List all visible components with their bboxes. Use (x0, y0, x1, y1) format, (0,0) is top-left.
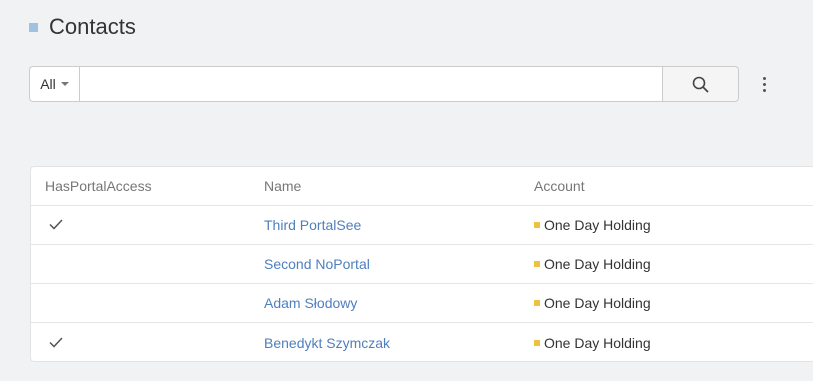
account-marker-icon (534, 261, 540, 267)
more-actions-button[interactable] (756, 72, 772, 96)
page-header: Contacts (29, 12, 136, 42)
account-cell: One Day Holding (521, 256, 651, 272)
search-button[interactable] (663, 66, 739, 102)
search-scope-dropdown[interactable]: All (29, 66, 79, 102)
vertical-ellipsis-icon (762, 76, 766, 80)
contact-name-link[interactable]: Second NoPortal (264, 256, 370, 272)
portal-access-cell (31, 335, 251, 351)
column-header-portal-access[interactable]: HasPortalAccess (31, 178, 251, 194)
account-cell: One Day Holding (521, 335, 651, 351)
contact-name-cell: Third PortalSee (251, 217, 521, 233)
contacts-list: HasPortalAccess Name Account Third Porta… (30, 166, 813, 362)
page-title: Contacts (49, 14, 136, 39)
account-marker-icon (534, 222, 540, 228)
search-bar: All (29, 66, 739, 102)
account-cell: One Day Holding (521, 295, 651, 311)
search-scope-label: All (40, 76, 56, 92)
account-name-link[interactable]: One Day Holding (544, 217, 651, 233)
check-icon (49, 336, 63, 348)
contact-name-link[interactable]: Third PortalSee (264, 217, 361, 233)
account-marker-icon (534, 300, 540, 306)
table-row: Third PortalSee One Day Holding (31, 206, 813, 245)
contact-name-link[interactable]: Adam Słodowy (264, 295, 357, 311)
table-row: Benedykt Szymczak One Day Holding (31, 323, 813, 361)
contact-name-cell: Second NoPortal (251, 256, 521, 272)
table-row: Second NoPortal One Day Holding (31, 245, 813, 284)
column-header-account[interactable]: Account (521, 178, 585, 194)
account-name-link[interactable]: One Day Holding (544, 295, 651, 311)
table-header-row: HasPortalAccess Name Account (31, 167, 813, 206)
table-row: Adam Słodowy One Day Holding (31, 284, 813, 323)
check-icon (49, 219, 63, 230)
account-name-link[interactable]: One Day Holding (544, 335, 651, 351)
caret-down-icon (60, 82, 69, 86)
account-cell: One Day Holding (521, 217, 651, 233)
search-icon (692, 76, 709, 92)
portal-access-cell (31, 217, 251, 233)
account-name-link[interactable]: One Day Holding (544, 256, 651, 272)
contact-name-link[interactable]: Benedykt Szymczak (264, 335, 390, 351)
search-input[interactable] (79, 66, 663, 102)
column-header-name[interactable]: Name (251, 178, 521, 194)
account-marker-icon (534, 339, 540, 346)
contact-name-cell: Adam Słodowy (251, 295, 521, 311)
contact-name-cell: Benedykt Szymczak (251, 335, 521, 351)
title-marker-icon (29, 22, 38, 32)
